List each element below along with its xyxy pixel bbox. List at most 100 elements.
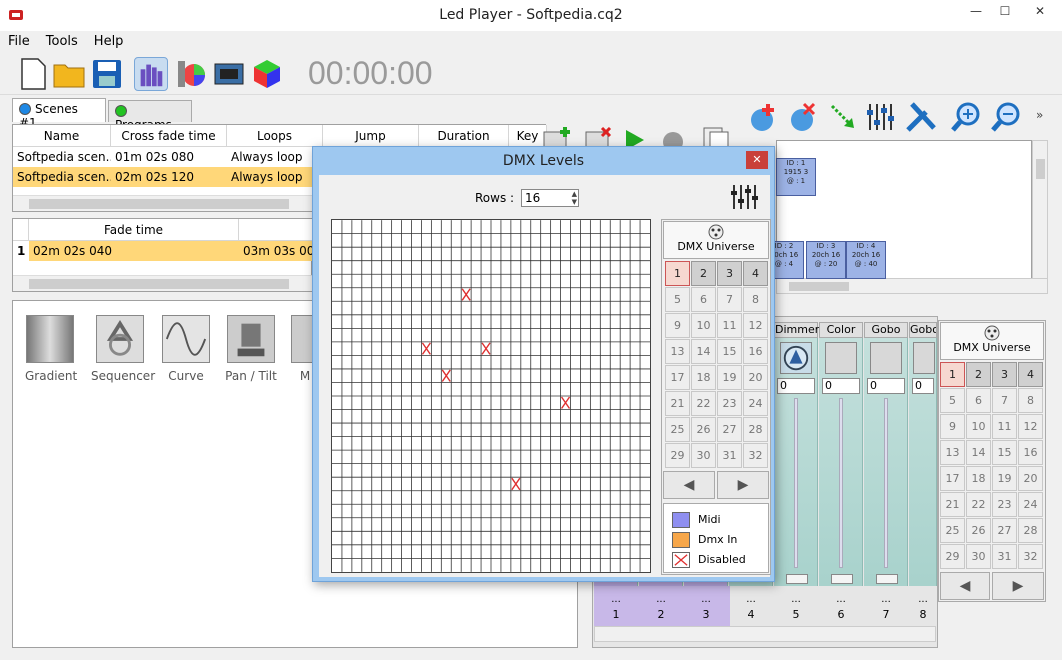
col-fade-time[interactable]: Fade time [29, 219, 239, 241]
menu-help[interactable]: Help [86, 31, 132, 49]
universe-button-29[interactable]: 29 [665, 443, 690, 468]
universe-button-10[interactable]: 10 [691, 313, 716, 338]
new-file-icon[interactable] [16, 57, 50, 91]
universe-button-25[interactable]: 25 [665, 417, 690, 442]
universe-button-22[interactable]: 22 [966, 492, 991, 517]
remove-fixture-icon[interactable] [786, 100, 820, 134]
effect-pan-tilt[interactable]: Pan / Tilt [222, 315, 280, 383]
maximize-button[interactable]: ☐ [992, 0, 1018, 22]
channel-7[interactable] [864, 338, 908, 586]
universe-button-2[interactable]: 2 [966, 362, 991, 387]
rows-spinner[interactable]: 16 ▲ ▼ [521, 189, 579, 207]
channel-5-slider-track[interactable] [794, 398, 798, 568]
universe-button-10[interactable]: 10 [966, 414, 991, 439]
dialog-universe-next-button[interactable]: ▶ [717, 471, 769, 499]
scrollbar-thumb[interactable] [29, 199, 289, 209]
universe-button-11[interactable]: 11 [992, 414, 1017, 439]
gobor-value-input[interactable]: 0 [912, 378, 934, 394]
sliders-settings-icon[interactable] [729, 183, 759, 211]
universe-button-15[interactable]: 15 [992, 440, 1017, 465]
universe-button-28[interactable]: 28 [743, 417, 768, 442]
universe-button-1[interactable]: 1 [665, 261, 690, 286]
universe-button-28[interactable]: 28 [1018, 518, 1043, 543]
minimize-button[interactable]: — [962, 0, 990, 22]
universe-prev-button[interactable]: ◀ [940, 572, 990, 600]
universe-button-26[interactable]: 26 [691, 417, 716, 442]
fixture-4[interactable]: ID : 4 20ch 16 @ : 40 [846, 241, 886, 279]
universe-button-20[interactable]: 20 [743, 365, 768, 390]
universe-button-32[interactable]: 32 [743, 443, 768, 468]
close-button[interactable]: ✕ [1020, 0, 1060, 22]
gobo-value-input[interactable]: 0 [867, 378, 905, 394]
sliders-icon[interactable] [864, 100, 898, 134]
universe-button-6[interactable]: 6 [691, 287, 716, 312]
universe-button-19[interactable]: 19 [717, 365, 742, 390]
universe-button-14[interactable]: 14 [966, 440, 991, 465]
universe-button-21[interactable]: 21 [940, 492, 965, 517]
universe-button-5[interactable]: 5 [940, 388, 965, 413]
fixture-vscrollbar[interactable] [1032, 140, 1048, 280]
universe-button-5[interactable]: 5 [665, 287, 690, 312]
universe-button-24[interactable]: 24 [1018, 492, 1043, 517]
universe-button-29[interactable]: 29 [940, 544, 965, 569]
universe-button-25[interactable]: 25 [940, 518, 965, 543]
universe-button-32[interactable]: 32 [1018, 544, 1043, 569]
universe-button-21[interactable]: 21 [665, 391, 690, 416]
spinner-arrows-icon[interactable]: ▲ ▼ [572, 190, 577, 206]
universe-button-8[interactable]: 8 [1018, 388, 1043, 413]
universe-button-17[interactable]: 17 [940, 466, 965, 491]
channel-7-slider-knob[interactable] [876, 574, 898, 584]
dmx-interface-icon[interactable] [212, 57, 246, 91]
menu-file[interactable]: File [0, 31, 38, 49]
universe-button-31[interactable]: 31 [992, 544, 1017, 569]
dimmer-value-input[interactable]: 0 [777, 378, 815, 394]
universe-button-15[interactable]: 15 [717, 339, 742, 364]
zoom-in-icon[interactable] [950, 100, 984, 134]
universe-button-16[interactable]: 16 [743, 339, 768, 364]
universe-next-button[interactable]: ▶ [992, 572, 1044, 600]
channel-6-slider-knob[interactable] [831, 574, 853, 584]
universe-button-13[interactable]: 13 [940, 440, 965, 465]
scenes-hscrollbar[interactable] [13, 195, 313, 211]
universe-button-3[interactable]: 3 [717, 261, 742, 286]
col-duration[interactable]: Duration [419, 125, 509, 147]
col-cross-fade[interactable]: Cross fade time [111, 125, 227, 147]
col-duration-2[interactable] [239, 219, 313, 241]
tools-icon[interactable] [904, 100, 938, 134]
universe-button-27[interactable]: 27 [992, 518, 1017, 543]
universe-button-2[interactable]: 2 [691, 261, 716, 286]
channel-5-slider-knob[interactable] [786, 574, 808, 584]
col-loops[interactable]: Loops [227, 125, 323, 147]
universe-button-27[interactable]: 27 [717, 417, 742, 442]
led-matrix-icon[interactable] [134, 57, 168, 91]
universe-button-7[interactable]: 7 [992, 388, 1017, 413]
scrollbar-thumb[interactable] [29, 279, 289, 289]
col-jump[interactable]: Jump [323, 125, 419, 147]
color-picker-icon[interactable] [174, 57, 208, 91]
fixture-3[interactable]: ID : 3 20ch 16 @ : 20 [806, 241, 846, 279]
col-name[interactable]: Name [13, 125, 111, 147]
universe-button-3[interactable]: 3 [992, 362, 1017, 387]
fixture-hscrollbar[interactable] [776, 278, 1048, 294]
universe-button-14[interactable]: 14 [691, 339, 716, 364]
effect-sequencer[interactable]: Sequencer [91, 315, 155, 383]
rgb-cube-icon[interactable] [250, 57, 284, 91]
universe-button-31[interactable]: 31 [717, 443, 742, 468]
universe-button-4[interactable]: 4 [743, 261, 768, 286]
color-value-input[interactable]: 0 [822, 378, 860, 394]
universe-button-26[interactable]: 26 [966, 518, 991, 543]
tab-programs[interactable]: Programs [108, 100, 192, 132]
tab-scenes[interactable]: Scenes #1 [12, 98, 106, 130]
universe-button-12[interactable]: 12 [1018, 414, 1043, 439]
table-row[interactable]: 1 02m 02s 040 03m 03s 000 [13, 241, 313, 261]
dmx-level-grid[interactable] [331, 219, 651, 573]
zoom-out-icon[interactable] [990, 100, 1024, 134]
channel-5[interactable] [774, 338, 818, 586]
universe-button-11[interactable]: 11 [717, 313, 742, 338]
universe-button-13[interactable]: 13 [665, 339, 690, 364]
universe-button-9[interactable]: 9 [665, 313, 690, 338]
mixer-hscrollbar[interactable] [594, 626, 936, 642]
universe-button-19[interactable]: 19 [992, 466, 1017, 491]
universe-button-20[interactable]: 20 [1018, 466, 1043, 491]
universe-button-6[interactable]: 6 [966, 388, 991, 413]
